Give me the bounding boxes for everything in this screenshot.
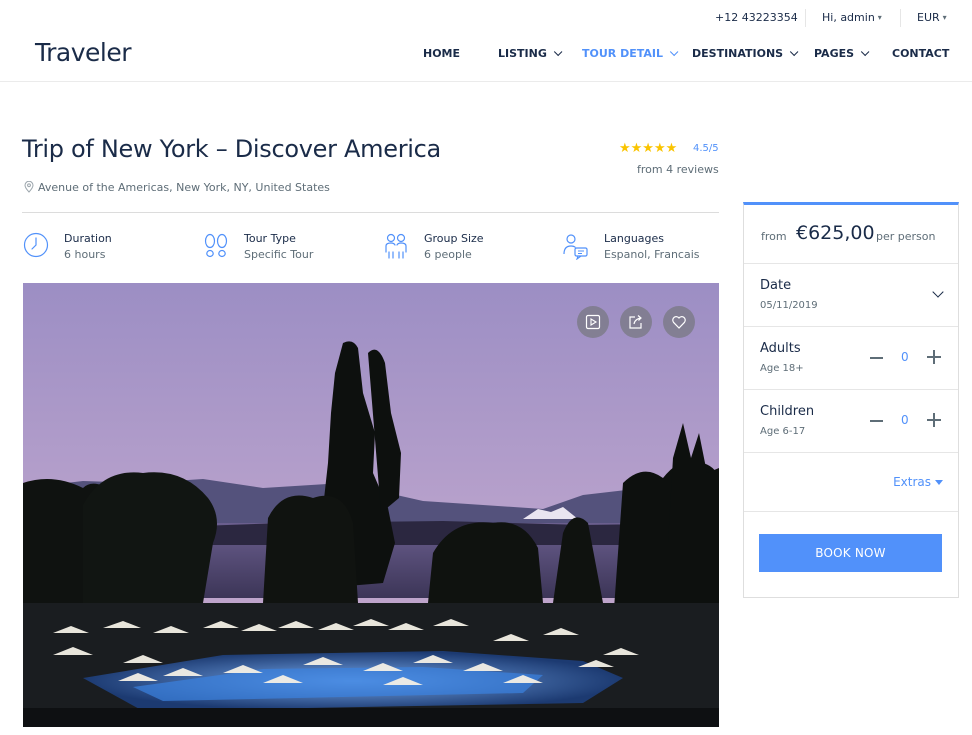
extras-row: Extras: [744, 451, 958, 512]
nav-item-label: CONTACT: [892, 47, 950, 60]
fact-value: 6 hours: [64, 248, 106, 261]
fact-value: 6 people: [424, 248, 472, 261]
nav-item-label: LISTING: [498, 47, 547, 60]
nav-item-label: DESTINATIONS: [692, 47, 784, 60]
children-selector: Children Age 6-17 0: [744, 390, 958, 453]
hero-photo: [23, 283, 719, 727]
topbar-divider: [805, 9, 806, 27]
phone-number: +12 43223354: [715, 11, 798, 24]
heart-icon: [672, 316, 686, 329]
nav-item-pages[interactable]: PAGES: [814, 47, 870, 60]
currency-selector[interactable]: EUR ▾: [917, 11, 947, 24]
chevron-down-icon: [553, 47, 563, 57]
main-nav: HOME LISTING TOUR DETAIL DESTINATIONS PA…: [0, 47, 972, 63]
price-summary: from €625,00 per person: [744, 205, 958, 264]
nav-item-destinations[interactable]: DESTINATIONS: [692, 47, 799, 60]
chevron-down-icon: [789, 47, 799, 57]
nav-item-contact[interactable]: CONTACT: [892, 47, 949, 60]
chevron-down-icon: [669, 47, 679, 57]
fact-value: Specific Tour: [244, 248, 314, 261]
adults-selector: Adults Age 18+ 0: [744, 327, 958, 390]
tour-address: Avenue of the Americas, New York, NY, Un…: [24, 180, 330, 194]
adults-label: Adults: [760, 341, 801, 356]
nav-item-label: PAGES: [814, 47, 855, 60]
chevron-down-icon[interactable]: [932, 286, 944, 298]
tour-hero-image[interactable]: [23, 283, 719, 727]
nav-item-label: HOME: [423, 47, 461, 60]
chevron-down-icon: ▾: [942, 13, 947, 22]
topbar-divider: [900, 9, 901, 27]
children-minus-icon[interactable]: [870, 420, 883, 422]
booking-panel: from €625,00 per person Date 05/11/2019 …: [743, 202, 959, 598]
rating-score: 4.5/5: [693, 143, 719, 154]
adults-plus-icon[interactable]: [927, 350, 941, 364]
section-divider: [22, 212, 719, 213]
play-icon: [585, 314, 601, 330]
top-bar: +12 43223354 Hi, admin ▾ EUR ▾: [0, 0, 972, 36]
fact-label: Duration: [64, 232, 112, 245]
chevron-down-icon: ▾: [877, 13, 882, 22]
nav-item-listing[interactable]: LISTING: [498, 47, 563, 60]
group-icon: [385, 233, 407, 259]
price-per-label: per person: [876, 230, 936, 243]
nav-item-tour-detail[interactable]: TOUR DETAIL: [582, 47, 679, 60]
fact-value: Espanol, Francais: [604, 248, 700, 261]
date-picker[interactable]: Date 05/11/2019: [744, 264, 958, 327]
children-age: Age 6-17: [760, 426, 806, 437]
extras-label: Extras: [893, 475, 931, 489]
children-label: Children: [760, 404, 815, 419]
fact-label: Languages: [604, 232, 665, 245]
extras-toggle[interactable]: Extras: [893, 475, 943, 489]
chevron-down-icon: [860, 47, 870, 57]
price-from-label: from: [761, 230, 787, 243]
adults-minus-icon[interactable]: [870, 357, 883, 359]
languages-icon: [563, 234, 588, 260]
fact-label: Group Size: [424, 232, 484, 245]
page-title: Trip of New York – Discover America: [22, 135, 441, 163]
date-value: 05/11/2019: [760, 300, 818, 311]
price-value: €625,00: [796, 222, 875, 244]
footprints-icon: [204, 233, 228, 258]
currency-label: EUR: [917, 11, 940, 24]
video-button[interactable]: [577, 306, 609, 338]
children-plus-icon[interactable]: [927, 413, 941, 427]
adults-count: 0: [901, 350, 909, 364]
caret-down-icon: [935, 480, 943, 485]
children-count: 0: [901, 413, 909, 427]
header-divider: [0, 81, 972, 82]
user-menu-label: Hi, admin: [822, 11, 875, 24]
address-text: Avenue of the Americas, New York, NY, Un…: [38, 181, 330, 194]
wishlist-button[interactable]: [663, 306, 695, 338]
user-menu[interactable]: Hi, admin ▾: [822, 11, 882, 24]
clock-icon: [23, 232, 49, 258]
rating-stars-icon: ★★★★★: [619, 141, 678, 156]
fact-label: Tour Type: [244, 232, 296, 245]
map-pin-icon: [24, 180, 34, 193]
share-icon: [629, 315, 642, 329]
book-now-button[interactable]: BOOK NOW: [759, 534, 942, 572]
adults-age: Age 18+: [760, 363, 804, 374]
review-count[interactable]: from 4 reviews: [637, 163, 719, 176]
date-label: Date: [760, 278, 792, 293]
nav-item-label: TOUR DETAIL: [582, 47, 663, 60]
share-button[interactable]: [620, 306, 652, 338]
nav-item-home[interactable]: HOME: [423, 47, 460, 60]
